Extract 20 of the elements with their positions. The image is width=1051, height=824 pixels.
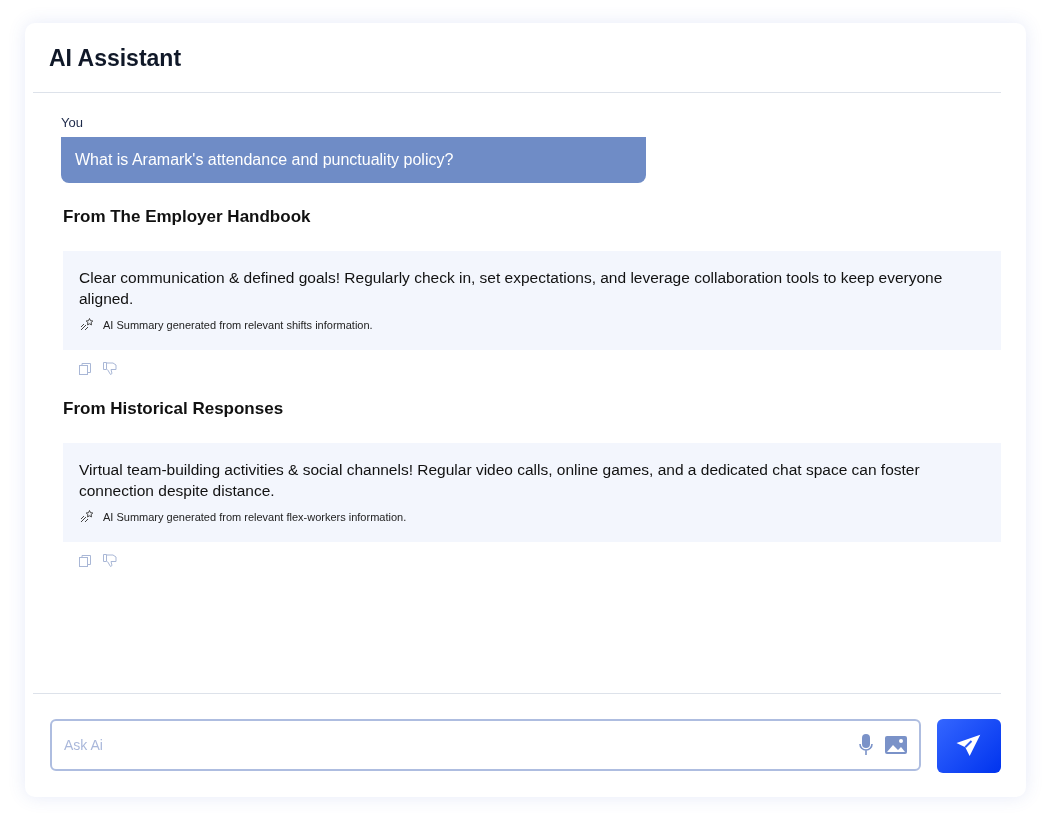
section-heading: From Historical Responses [63,399,285,419]
response-text: Virtual team-building activities & social channels! Regular video calls, online games, and a dedicated chat space can foster connection despite distance. [79,460,921,501]
send-button[interactable] [937,719,1001,773]
copy-icon[interactable] [79,554,91,567]
magic-wand-icon [79,317,95,333]
sender-label: You [61,115,84,130]
magic-wand-icon [79,509,95,525]
microphone-icon[interactable] [859,734,873,756]
ask-input-box[interactable]: Ask Ai [50,719,921,771]
summary-note: AI Summary generated from relevant flex-workers information. [103,511,407,523]
copy-icon[interactable] [79,362,91,375]
thumbs-down-icon[interactable] [103,554,117,567]
response-text: Clear communication & defined goals! Regularly check in, set expectations, and leverage collaboration tools to keep everyone aligned. [79,268,944,309]
panel-title: AI Assistant [49,45,183,72]
ask-input-field[interactable]: Ask Ai [62,736,847,754]
image-icon[interactable] [885,736,907,754]
summary-note: AI Summary generated from relevant shifts information. [103,319,373,331]
section-heading: From The Employer Handbook [63,207,312,227]
question-bubble: What is Aramark's attendance and punctuality policy? [61,137,646,183]
thumbs-down-icon[interactable] [103,362,117,375]
